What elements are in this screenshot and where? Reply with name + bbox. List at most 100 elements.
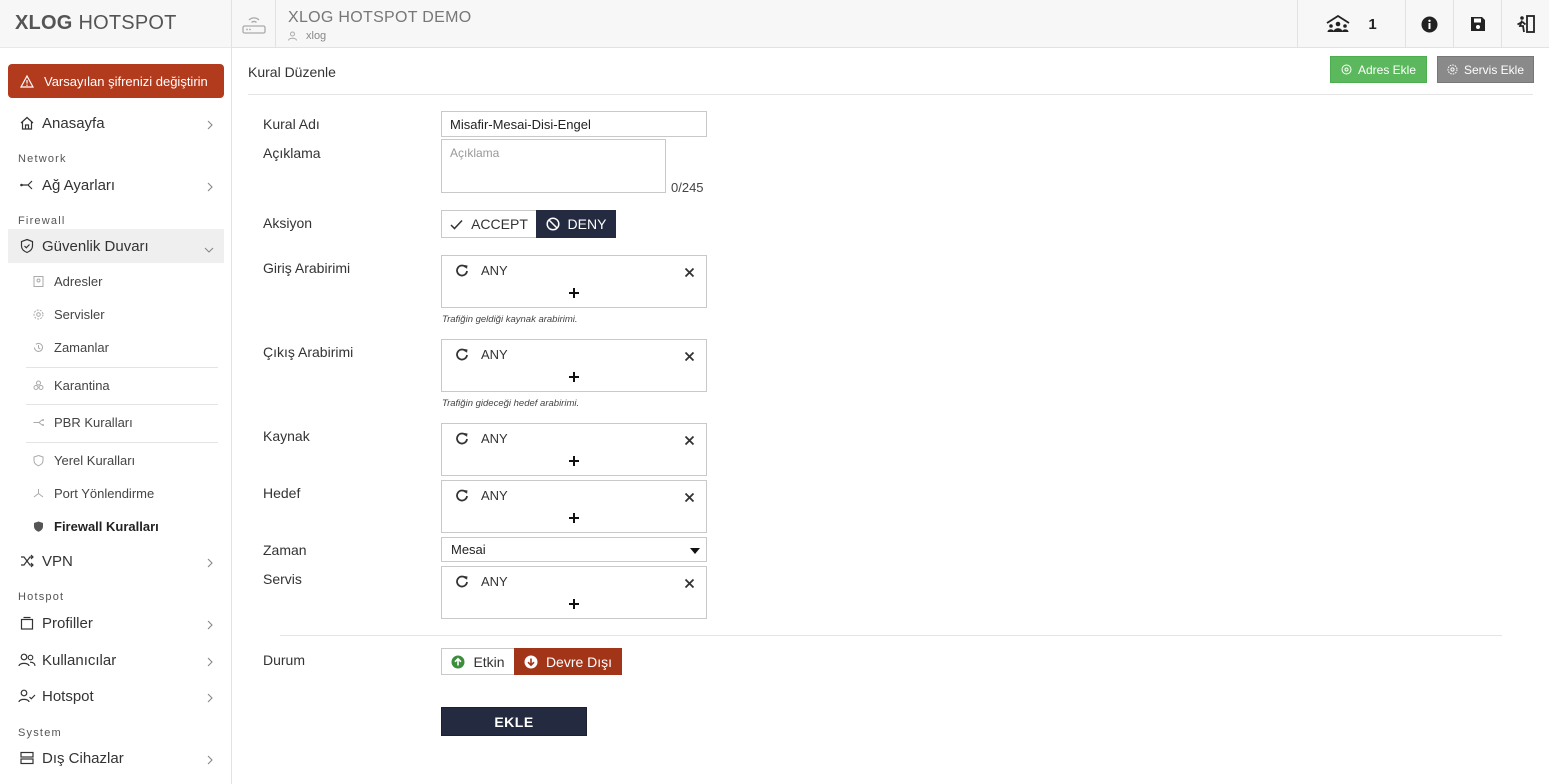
refresh-icon[interactable] <box>455 432 469 448</box>
sidebar-subitem-services[interactable]: Servisler <box>26 299 224 329</box>
check-icon <box>450 219 463 230</box>
sidebar-item-external-devices[interactable]: Dış Cihazlar <box>8 741 224 775</box>
source-selector[interactable]: ANY <box>441 423 707 476</box>
refresh-icon[interactable] <box>455 489 469 505</box>
arrow-up-circle-icon <box>451 655 465 668</box>
in-interface-selector[interactable]: ANY <box>441 255 707 308</box>
time-select[interactable]: Mesai <box>441 537 707 562</box>
sidebar-subitem-label: Port Yönlendirme <box>54 485 155 501</box>
close-icon[interactable] <box>684 490 695 506</box>
chevron-right-icon <box>206 117 214 134</box>
shield-icon <box>18 237 36 255</box>
floppy-disk-icon <box>1470 17 1485 31</box>
description-counter: 0/245 <box>671 180 704 195</box>
site-title: XLOG HOTSPOT DEMO <box>288 9 472 26</box>
in-interface-label: Giriş Arabirimi <box>263 260 351 276</box>
description-textarea[interactable]: Açıklama <box>441 139 666 193</box>
biohazard-icon <box>30 379 46 392</box>
sidebar-item-profiles[interactable]: Profiller <box>8 606 224 640</box>
source-label: Kaynak <box>263 428 310 444</box>
status-enabled-button[interactable]: Etkin <box>441 648 515 675</box>
plus-icon[interactable] <box>568 597 580 613</box>
history-icon <box>30 341 46 354</box>
close-icon[interactable] <box>684 433 695 449</box>
plus-icon[interactable] <box>568 511 580 527</box>
sidebar-subitem-quarantine[interactable]: Karantina <box>26 370 224 400</box>
sidebar-subitem-addresses[interactable]: Adresler <box>26 266 224 296</box>
sidebar-item-vpn[interactable]: VPN <box>8 544 224 578</box>
brand-logo[interactable]: XLOG HOTSPOT <box>0 0 231 48</box>
chevron-right-icon <box>206 555 214 572</box>
info-button[interactable] <box>1405 0 1453 48</box>
chevron-right-icon <box>206 617 214 634</box>
refresh-icon[interactable] <box>455 348 469 364</box>
destination-label: Hedef <box>263 485 301 501</box>
online-count: 1 <box>1368 15 1377 33</box>
sidebar-item-label: Anasayfa <box>42 114 105 132</box>
plus-icon[interactable] <box>568 370 580 386</box>
action-accept-button[interactable]: ACCEPT <box>441 210 537 238</box>
destination-selector[interactable]: ANY <box>441 480 707 533</box>
add-service-button[interactable]: Servis Ekle <box>1437 56 1534 83</box>
sidebar-item-label: Profiller <box>42 614 93 632</box>
time-select-value: Mesai <box>451 542 486 557</box>
add-service-label: Servis Ekle <box>1463 62 1525 77</box>
sidebar-item-label: Ağ Ayarları <box>42 176 116 194</box>
divider <box>26 367 218 368</box>
sidebar-item-label: VPN <box>42 552 73 570</box>
sidebar-subitem-schedules[interactable]: Zamanlar <box>26 332 224 362</box>
fork-icon <box>30 487 46 500</box>
status-disabled-button[interactable]: Devre Dışı <box>514 648 622 675</box>
time-label: Zaman <box>263 542 307 558</box>
sidebar-subitem-port-forward[interactable]: Port Yönlendirme <box>26 478 224 508</box>
action-deny-button[interactable]: DENY <box>536 210 616 238</box>
sidebar-subitem-local-rules[interactable]: Yerel Kuralları <box>26 445 224 475</box>
service-label: Servis <box>263 571 302 587</box>
sidebar-item-network-settings[interactable]: Ağ Ayarları <box>8 168 224 202</box>
sidebar-subitem-label: Zamanlar <box>54 339 109 355</box>
save-button[interactable] <box>1453 0 1501 48</box>
add-address-button[interactable]: Adres Ekle <box>1330 56 1427 83</box>
sidebar-item-firewall[interactable]: Güvenlik Duvarı <box>8 229 224 263</box>
sidebar-subitem-label: Firewall Kuralları <box>54 518 159 534</box>
description-label: Açıklama <box>263 145 321 161</box>
sidebar-subitem-firewall-rules[interactable]: Firewall Kuralları <box>26 511 224 541</box>
route-icon <box>30 416 46 429</box>
out-interface-selector[interactable]: ANY <box>441 339 707 392</box>
refresh-icon[interactable] <box>455 575 469 591</box>
page-header: Kural Düzenle Adres Ekle Servis Ekle <box>248 55 1534 95</box>
users-icon <box>18 651 36 669</box>
sidebar-item-label: Güvenlik Duvarı <box>42 237 149 255</box>
submit-button[interactable]: EKLE <box>441 707 587 736</box>
site-subtitle-text: xlog <box>306 30 327 42</box>
source-value: ANY <box>481 431 508 446</box>
add-address-label: Adres Ekle <box>1357 62 1417 77</box>
user-icon <box>288 31 297 41</box>
close-icon[interactable] <box>684 349 695 365</box>
router-icon[interactable] <box>232 0 276 48</box>
service-selector[interactable]: ANY <box>441 566 707 619</box>
sidebar-subitem-label: Karantina <box>54 377 110 393</box>
home-icon <box>18 114 36 132</box>
plus-icon[interactable] <box>568 286 580 302</box>
sidebar-item-home[interactable]: Anasayfa <box>8 106 224 140</box>
change-password-alert[interactable]: Varsayılan şifrenizi değiştirin <box>8 64 224 98</box>
alert-text: Varsayılan şifrenizi değiştirin <box>44 73 208 89</box>
status-label: Durum <box>263 652 306 668</box>
form-divider <box>280 635 1502 636</box>
close-icon[interactable] <box>684 265 695 281</box>
sidebar-subitem-pbr[interactable]: PBR Kuralları <box>26 407 224 437</box>
section-hotspot: Hotspot <box>18 591 65 603</box>
plus-icon[interactable] <box>568 454 580 470</box>
action-label: Aksiyon <box>263 215 313 231</box>
refresh-icon[interactable] <box>455 264 469 280</box>
online-users-button[interactable]: 1 <box>1297 0 1405 48</box>
close-icon[interactable] <box>684 576 695 592</box>
status-disabled-label: Devre Dışı <box>545 653 613 670</box>
rule-name-input[interactable]: Misafir-Mesai-Disi-Engel <box>441 111 707 137</box>
sidebar-item-users[interactable]: Kullanıcılar <box>8 643 224 677</box>
sidebar-item-hotspot[interactable]: Hotspot <box>8 679 224 713</box>
sidebar-subitem-label: Adresler <box>54 273 103 289</box>
target-icon <box>1341 64 1352 75</box>
logout-button[interactable] <box>1501 0 1549 48</box>
